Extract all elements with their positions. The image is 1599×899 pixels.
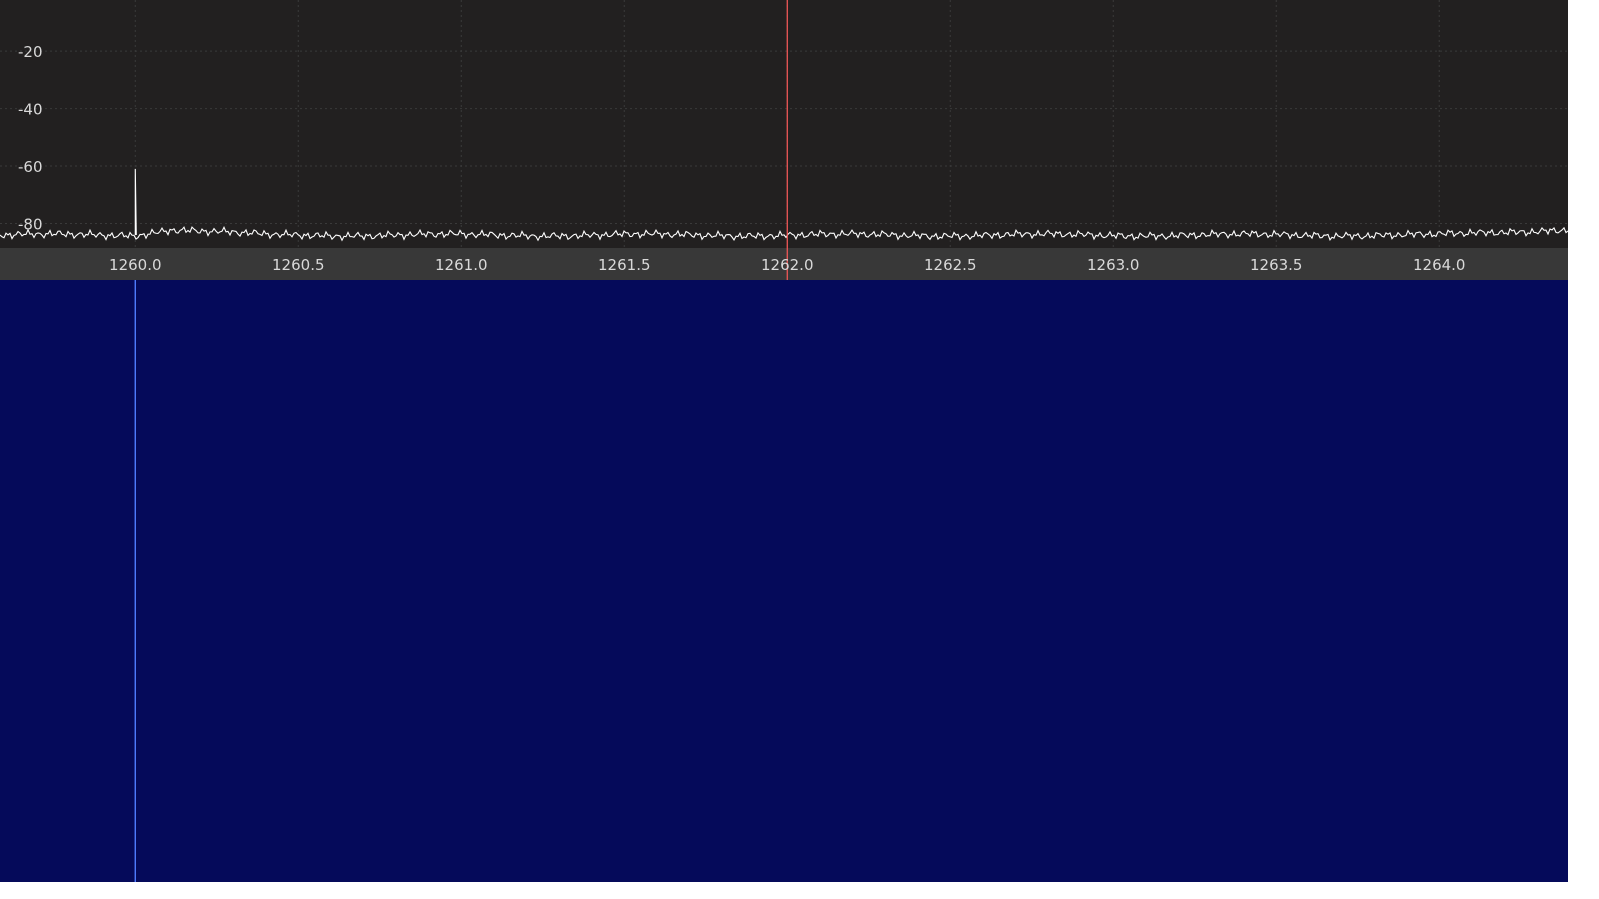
x-tick-label: 1261.5: [598, 256, 651, 274]
waterfall-plot[interactable]: [0, 280, 1568, 882]
x-tick-label: 1260.5: [272, 256, 325, 274]
x-axis-labels: 1260.0 1260.5 1261.0 1261.5 1262.0 1262.5 1263…: [109, 256, 1465, 274]
x-tick-label: 1262.0: [761, 256, 814, 274]
x-tick-label: 1263.0: [1087, 256, 1140, 274]
x-tick-label: 1263.5: [1250, 256, 1303, 274]
y-tick-label: -20: [18, 43, 43, 61]
spectrum-plot[interactable]: -20-40-60-80 1260.0 1260.5 1261.0 1261.5 126…: [0, 0, 1568, 280]
spectrum-panel: -20 -40 -60 -80 1260.0 1260.5 1261.0 1261.5 126…: [0, 0, 1568, 280]
sdr-viewer: -20 -40 -60 -80 1260.0 1260.5 1261.0 1261.5 126…: [0, 0, 1568, 882]
x-tick-label: 1262.5: [924, 256, 977, 274]
x-tick-label: 1261.0: [435, 256, 488, 274]
x-tick-label: 1260.0: [109, 256, 162, 274]
y-tick-label: -60: [18, 158, 43, 176]
y-tick-label: -40: [18, 101, 43, 119]
y-tick-label: -80: [18, 216, 43, 234]
waterfall-background: [0, 280, 1568, 882]
waterfall-panel[interactable]: [0, 280, 1568, 882]
x-tick-label: 1264.0: [1413, 256, 1466, 274]
